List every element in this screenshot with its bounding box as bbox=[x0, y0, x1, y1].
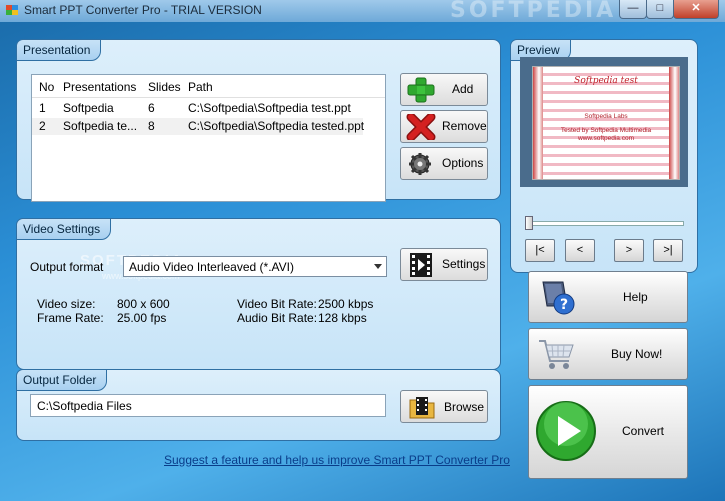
output-format-select[interactable]: Audio Video Interleaved (*.AVI) bbox=[123, 256, 387, 277]
buy-now-label: Buy Now! bbox=[611, 347, 663, 361]
output-folder-input[interactable] bbox=[35, 398, 379, 414]
col-path[interactable]: Path bbox=[188, 80, 213, 94]
table-row[interactable]: 2 Softpedia te... 8 C:\Softpedia\Softped… bbox=[32, 118, 365, 135]
add-label: Add bbox=[452, 82, 474, 96]
col-no[interactable]: No bbox=[39, 80, 54, 94]
preview-slider-thumb[interactable] bbox=[525, 216, 533, 230]
help-book-icon: ? bbox=[542, 281, 575, 315]
slide-line: Softpedia Labs bbox=[584, 113, 628, 120]
col-presentations[interactable]: Presentations bbox=[63, 80, 136, 94]
remove-button[interactable]: Remove bbox=[400, 110, 488, 143]
video-settings-button[interactable]: Settings bbox=[400, 248, 488, 281]
minimize-button[interactable]: — bbox=[619, 0, 647, 19]
row-path: C:\Softpedia\Softpedia tested.ppt bbox=[188, 119, 365, 133]
row-name: Softpedia te... bbox=[63, 119, 138, 133]
options-label: Options bbox=[442, 156, 484, 170]
video-settings-panel: Video Settings SOFTPEDIA www.softpedia.c… bbox=[16, 218, 501, 370]
last-slide-button[interactable]: >| bbox=[653, 239, 683, 262]
output-format-label: Output format bbox=[30, 260, 104, 274]
app-icon bbox=[6, 5, 18, 15]
list-header: No Presentations Slides Path bbox=[32, 75, 385, 98]
delete-x-icon bbox=[406, 114, 436, 140]
folder-film-icon bbox=[409, 397, 435, 419]
shopping-cart-icon bbox=[539, 340, 574, 369]
maximize-button[interactable]: □ bbox=[646, 0, 674, 19]
row-slides: 8 bbox=[148, 119, 155, 133]
title-watermark: SOFTPEDIA bbox=[450, 0, 617, 23]
table-row[interactable]: 1 Softpedia 6 C:\Softpedia\Softpedia tes… bbox=[32, 100, 385, 117]
output-folder-panel: Output Folder Browse bbox=[16, 369, 501, 441]
title-bar[interactable]: Smart PPT Converter Pro - TRIAL VERSION … bbox=[0, 0, 725, 23]
video-settings-title: Video Settings bbox=[16, 218, 112, 240]
presentation-panel-title: Presentation bbox=[16, 39, 102, 61]
slide-line: www.softpedia.com bbox=[578, 135, 634, 142]
video-bitrate-label: Video Bit Rate: bbox=[237, 297, 317, 311]
slide-title: Softpedia test bbox=[574, 76, 638, 86]
gear-icon bbox=[409, 153, 431, 175]
first-slide-button[interactable]: |< bbox=[525, 239, 555, 262]
buy-now-button[interactable]: Buy Now! bbox=[528, 328, 688, 380]
chevron-down-icon bbox=[374, 264, 382, 269]
presentation-panel: Presentation No Presentations Slides Pat… bbox=[16, 39, 501, 202]
prev-slide-button[interactable]: < bbox=[565, 239, 595, 262]
output-folder-title: Output Folder bbox=[16, 369, 108, 391]
preview-frame: Softpedia test Softpedia Labs Tested by … bbox=[520, 57, 688, 187]
close-button[interactable]: ✕ bbox=[673, 0, 719, 19]
help-button[interactable]: ? Help bbox=[528, 271, 688, 323]
row-no: 1 bbox=[39, 101, 46, 115]
next-slide-button[interactable]: > bbox=[614, 239, 644, 262]
frame-rate-value: 25.00 fps bbox=[117, 311, 167, 325]
video-bitrate-value: 2500 kbps bbox=[318, 297, 374, 311]
video-size-label: Video size: bbox=[37, 297, 96, 311]
remove-label: Remove bbox=[442, 119, 487, 133]
app-window: Smart PPT Converter Pro - TRIAL VERSION … bbox=[0, 0, 725, 501]
video-settings-label: Settings bbox=[442, 257, 486, 271]
audio-bitrate-label: Audio Bit Rate: bbox=[237, 311, 318, 325]
convert-button[interactable]: Convert bbox=[528, 385, 688, 479]
presentations-list[interactable]: No Presentations Slides Path 1 Softpedia… bbox=[31, 74, 386, 202]
row-path: C:\Softpedia\Softpedia test.ppt bbox=[188, 101, 351, 115]
output-format-value: Audio Video Interleaved (*.AVI) bbox=[129, 260, 294, 274]
row-slides: 6 bbox=[148, 101, 155, 115]
slide-line: Tested by Softpedia Multimedia bbox=[560, 127, 652, 134]
video-size-value: 800 x 600 bbox=[117, 297, 170, 311]
film-icon bbox=[410, 253, 432, 277]
svg-text:?: ? bbox=[560, 297, 568, 313]
play-convert-icon bbox=[536, 401, 596, 461]
slide-thumbnail: Softpedia test Softpedia Labs Tested by … bbox=[532, 66, 680, 180]
frame-rate-label: Frame Rate: bbox=[37, 311, 104, 325]
help-label: Help bbox=[623, 290, 648, 304]
client-area: Presentation No Presentations Slides Pat… bbox=[0, 22, 725, 501]
browse-button[interactable]: Browse bbox=[400, 390, 488, 423]
output-folder-field[interactable] bbox=[30, 394, 386, 417]
plus-icon bbox=[407, 77, 435, 103]
row-no: 2 bbox=[39, 119, 46, 133]
preview-panel: Preview Softpedia test Softpedia Labs Te… bbox=[510, 39, 698, 273]
col-slides[interactable]: Slides bbox=[148, 80, 181, 94]
convert-label: Convert bbox=[622, 424, 665, 438]
suggest-feature-link[interactable]: Suggest a feature and help us improve Sm… bbox=[164, 453, 510, 467]
add-button[interactable]: Add bbox=[400, 73, 488, 106]
row-name: Softpedia bbox=[63, 101, 114, 115]
audio-bitrate-value: 128 kbps bbox=[318, 311, 367, 325]
window-title: Smart PPT Converter Pro - TRIAL VERSION bbox=[24, 3, 262, 17]
preview-slider-track[interactable] bbox=[528, 221, 684, 226]
options-button[interactable]: Options bbox=[400, 147, 488, 180]
browse-label: Browse bbox=[444, 400, 485, 414]
